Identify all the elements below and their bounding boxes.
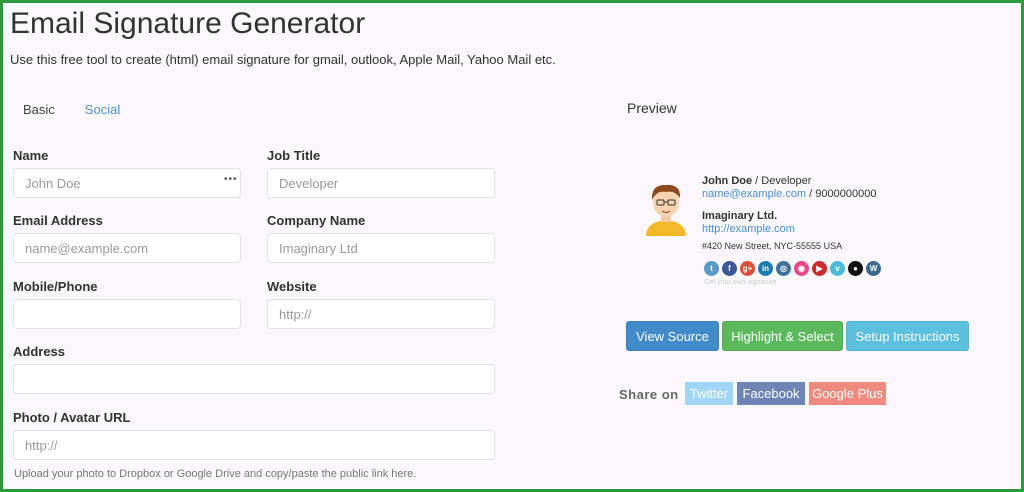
photo-label: Photo / Avatar URL [13,410,131,425]
company-input[interactable] [267,233,495,263]
share-label: Share on [619,387,679,402]
share-twitter-button[interactable]: Twitter [685,382,733,405]
sig-phone: 9000000000 [815,188,877,200]
sig-job: Developer [761,175,812,187]
tab-basic[interactable]: Basic [23,102,55,117]
facebook-icon[interactable]: f [722,261,737,276]
linkedin-icon[interactable]: in [758,261,773,276]
vimeo-icon[interactable]: v [830,261,845,276]
sig-address: #420 New Street, NYC-55555 USA [702,241,843,251]
twitter-icon[interactable]: t [704,261,719,276]
photo-hint: Upload your photo to Dropbox or Google D… [14,468,417,480]
signature-preview: John Doe / Developer name@example.com / … [702,175,877,251]
highlight-select-button[interactable]: Highlight & Select [722,321,843,351]
social-icons: t f g+ in ◎ ◉ ▶ v ● W [704,261,881,276]
avatar [646,184,686,236]
sig-credit[interactable]: Get your own signature [704,279,776,286]
preview-title: Preview [627,100,677,116]
share-facebook-button[interactable]: Facebook [737,382,805,405]
sig-name: John Doe [702,175,753,187]
google-plus-icon[interactable]: g+ [740,261,755,276]
address-input[interactable] [13,364,495,394]
setup-instructions-button[interactable]: Setup Instructions [846,321,969,351]
github-icon[interactable]: ● [848,261,863,276]
password-manager-icon[interactable]: ••• [224,174,238,185]
company-label: Company Name [267,213,366,228]
address-label: Address [13,344,66,359]
phone-label: Mobile/Phone [13,279,98,294]
dribbble-icon[interactable]: ◉ [794,261,809,276]
job-title-input[interactable] [267,168,495,198]
youtube-icon[interactable]: ▶ [812,261,827,276]
job-title-label: Job Title [267,148,321,163]
tab-social[interactable]: Social [85,102,120,117]
website-input[interactable] [267,299,495,329]
email-input[interactable] [13,233,241,263]
website-label: Website [267,279,317,294]
view-source-button[interactable]: View Source [626,321,719,351]
email-label: Email Address [13,213,103,228]
photo-url-input[interactable] [13,430,495,460]
sig-website-link[interactable]: http://example.com [702,223,795,235]
form-tabs: Basic Social [23,102,120,117]
page-title: Email Signature Generator [10,7,366,40]
instagram-icon[interactable]: ◎ [776,261,791,276]
sig-email-link[interactable]: name@example.com [702,188,806,200]
share-google-plus-button[interactable]: Google Plus [809,382,886,405]
phone-input[interactable] [13,299,241,329]
name-label: Name [13,148,49,163]
wordpress-icon[interactable]: W [866,261,881,276]
name-input[interactable] [13,168,241,198]
page-subtitle: Use this free tool to create (html) emai… [10,52,556,67]
sig-company: Imaginary Ltd. [702,210,778,222]
